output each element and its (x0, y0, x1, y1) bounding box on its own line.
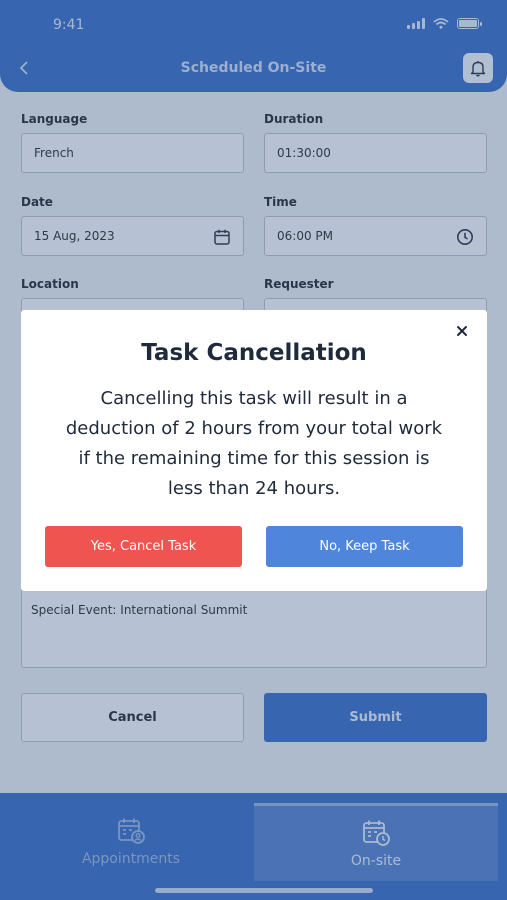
task-cancellation-dialog: Task Cancellation Cancelling this task w… (21, 310, 487, 591)
dialog-message: Cancelling this task will result in a de… (65, 388, 443, 499)
close-button[interactable] (454, 323, 470, 339)
keep-task-button[interactable]: No, Keep Task (266, 526, 463, 567)
confirm-cancel-button[interactable]: Yes, Cancel Task (45, 526, 242, 567)
dialog-title: Task Cancellation (141, 340, 367, 366)
close-icon (457, 326, 467, 336)
